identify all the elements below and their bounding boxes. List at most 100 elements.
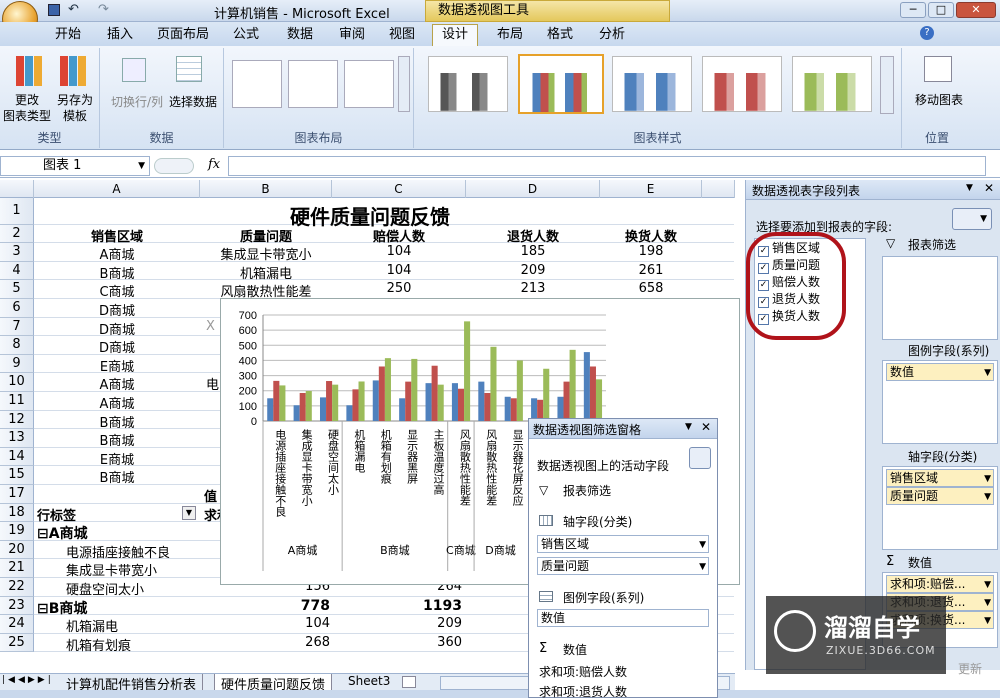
table-cell[interactable]: 104 <box>332 244 466 259</box>
save-icon[interactable] <box>48 4 60 16</box>
row-header[interactable]: 20 <box>0 540 34 560</box>
row-header[interactable]: 24 <box>0 615 34 634</box>
table-cell[interactable]: 250 <box>332 281 466 296</box>
fx-icon[interactable]: fx <box>208 157 220 172</box>
tab-review[interactable]: 审阅 <box>332 25 372 45</box>
save-as-template-button[interactable]: 另存为 模板 <box>52 92 98 124</box>
tab-insert[interactable]: 插入 <box>100 25 140 45</box>
minimize-button[interactable]: ─ <box>900 2 926 18</box>
table-cell[interactable]: B商城 <box>34 263 200 282</box>
table-cell[interactable]: A商城 <box>34 393 200 412</box>
chevron-down-icon[interactable]: ▼ <box>685 422 692 432</box>
row-header[interactable]: 11 <box>0 392 34 411</box>
axis-field-dropdown[interactable]: 质量问题 ▼ <box>537 557 709 575</box>
layout-thumb-3[interactable] <box>344 60 394 108</box>
style-thumb-3[interactable] <box>612 56 692 112</box>
checkbox[interactable]: ✓ <box>758 314 769 325</box>
axis-field-item[interactable]: 销售区域 ▼ <box>886 469 994 487</box>
switch-row-col-button[interactable]: 切换行/列 <box>106 94 168 110</box>
name-box[interactable]: 图表 1 ▼ <box>0 156 150 176</box>
move-chart-button[interactable]: 移动图表 <box>906 92 972 108</box>
layout-options-button[interactable]: ▼ <box>952 208 992 230</box>
redo-icon[interactable]: ↷ <box>98 2 109 17</box>
pivot-row-label[interactable]: 集成显卡带宽小 <box>66 560 157 579</box>
table-cell[interactable]: B商城 <box>34 467 200 486</box>
row-header[interactable]: 19 <box>0 522 34 541</box>
pivot-row-label[interactable]: 硬盘空间太小 <box>66 579 144 598</box>
table-cell[interactable]: 658 <box>600 281 702 296</box>
style-thumb-1[interactable] <box>428 56 508 112</box>
column-header[interactable]: B <box>200 180 332 198</box>
table-cell[interactable]: 261 <box>600 263 702 278</box>
table-cell[interactable]: C商城 <box>34 281 200 300</box>
select-all-corner[interactable] <box>0 180 34 198</box>
column-header[interactable]: E <box>600 180 702 198</box>
chevron-down-icon[interactable]: ▼ <box>966 183 973 193</box>
close-icon[interactable]: ✕ <box>984 181 994 195</box>
row-header[interactable]: 15 <box>0 466 34 485</box>
insert-sheet-icon[interactable] <box>402 676 416 688</box>
undo-icon[interactable]: ↶ <box>68 2 79 17</box>
pivot-value[interactable]: 360 <box>372 635 462 650</box>
table-cell[interactable]: A商城 <box>34 244 200 263</box>
value-field-item[interactable]: 求和项:赔偿... ▼ <box>886 575 994 593</box>
pivot-value[interactable]: 104 <box>240 616 330 631</box>
field-checkbox-item[interactable]: ✓ 销售区域 <box>758 239 820 257</box>
field-checkbox-item[interactable]: ✓ 退货人数 <box>758 290 820 308</box>
table-cell[interactable]: 104 <box>332 263 466 278</box>
row-header[interactable]: 8 <box>0 336 34 355</box>
row-header[interactable]: 2 <box>0 224 34 244</box>
filter-pane-icon[interactable] <box>689 447 711 469</box>
value-item[interactable]: 求和项:退货人数 <box>539 683 627 700</box>
report-filter-area[interactable] <box>882 256 998 340</box>
sheet-tab[interactable]: Sheet3 <box>342 674 396 691</box>
styles-gallery-scroll[interactable] <box>880 56 894 114</box>
change-chart-type-button[interactable]: 更改 图表类型 <box>2 92 52 124</box>
table-cell[interactable]: 213 <box>466 281 600 296</box>
tab-page-layout[interactable]: 页面布局 <box>152 25 214 45</box>
column-header[interactable]: D <box>466 180 600 198</box>
maximize-button[interactable]: □ <box>928 2 954 18</box>
pivot-value[interactable]: 209 <box>372 616 462 631</box>
row-header[interactable]: 22 <box>0 578 34 597</box>
row-header[interactable]: 25 <box>0 633 34 653</box>
pivot-value[interactable]: 268 <box>240 635 330 650</box>
field-checkbox-item[interactable]: ✓ 赔偿人数 <box>758 273 820 291</box>
row-header[interactable]: 14 <box>0 447 34 467</box>
table-cell[interactable]: 198 <box>600 244 702 259</box>
tab-data[interactable]: 数据 <box>280 25 320 45</box>
row-header[interactable]: 9 <box>0 354 34 374</box>
row-header[interactable]: 4 <box>0 261 34 281</box>
table-cell[interactable]: A商城 <box>34 374 200 393</box>
value-item[interactable]: 求和项:赔偿人数 <box>539 663 627 680</box>
table-cell[interactable]: D商城 <box>34 300 200 319</box>
axis-field-item[interactable]: 质量问题 ▼ <box>886 487 994 505</box>
row-header[interactable]: 21 <box>0 559 34 578</box>
pivot-value[interactable]: 778 <box>240 598 330 614</box>
table-cell[interactable]: 209 <box>466 263 600 278</box>
row-header[interactable]: 7 <box>0 317 34 337</box>
sheet-nav-arrows[interactable]: |◀◀▶▶| <box>2 675 54 685</box>
layout-gallery-scroll[interactable] <box>398 56 410 112</box>
tab-format[interactable]: 格式 <box>540 25 580 45</box>
row-header[interactable]: 18 <box>0 503 34 523</box>
pivot-value[interactable]: 1193 <box>372 598 462 614</box>
table-cell[interactable]: D商城 <box>34 319 200 338</box>
pivot-row-labels[interactable]: 行标签 ▼ <box>34 505 200 524</box>
tab-view[interactable]: 视图 <box>382 25 422 45</box>
row-header[interactable]: 3 <box>0 243 34 262</box>
table-cell[interactable]: X <box>206 319 215 334</box>
row-header[interactable]: 1 <box>0 198 34 225</box>
pivot-row-label[interactable]: 机箱漏电 <box>66 616 118 635</box>
row-header[interactable]: 12 <box>0 410 34 430</box>
row-header[interactable]: 23 <box>0 596 34 616</box>
pivot-row-label[interactable]: ⊟B商城 <box>37 598 87 618</box>
column-header[interactable] <box>702 180 735 198</box>
table-cell[interactable]: B商城 <box>34 430 200 449</box>
close-button[interactable]: ✕ <box>956 2 996 18</box>
layout-thumb-2[interactable] <box>288 60 338 108</box>
table-cell[interactable]: E商城 <box>34 449 200 468</box>
close-icon[interactable]: ✕ <box>701 420 711 434</box>
formula-input[interactable] <box>228 156 986 176</box>
table-cell[interactable]: 集成显卡带宽小 <box>200 244 332 263</box>
